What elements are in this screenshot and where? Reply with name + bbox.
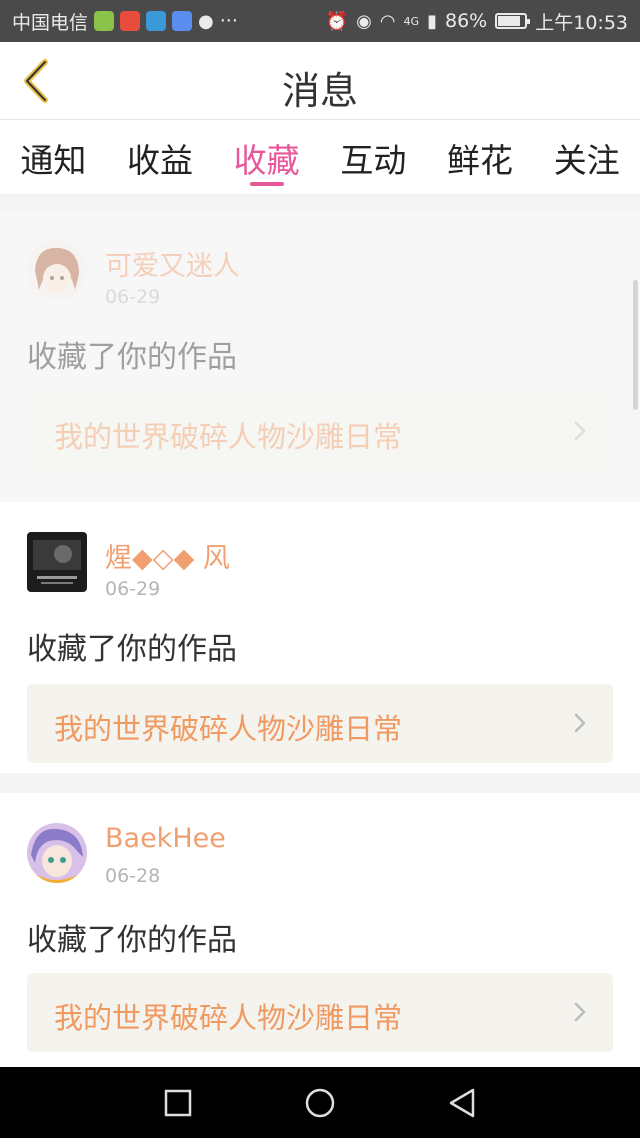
battery-fill [498,16,521,26]
chevron-right-icon [574,421,586,441]
app-notification-icon [94,11,115,31]
chevron-right-icon [574,1002,586,1022]
eye-icon: ◉ [356,10,372,32]
recents-button[interactable] [160,1085,196,1121]
app-header: 消息 [0,42,640,120]
music-app-icon [172,11,193,31]
tab-earnings[interactable]: 收益 [107,120,214,194]
avatar[interactable] [27,240,87,300]
tab-interactions[interactable]: 互动 [320,120,427,194]
circle-icon [305,1088,335,1118]
username[interactable]: BaekHee [105,823,226,854]
message-card[interactable]: BaekHee 06-28 收藏了你的作品 我的世界破碎人物沙雕日常 [0,793,640,1068]
date: 06-29 [105,286,161,308]
message-card[interactable]: 煋◆◇◆ 风 06-29 收藏了你的作品 我的世界破碎人物沙雕日常 [0,502,640,773]
work-title: 我的世界破碎人物沙雕日常 [54,712,403,746]
battery-percent: 86% [445,10,488,32]
battery-icon [495,13,531,29]
tab-bar: 通知 收益 收藏 互动 鲜花 关注 [0,120,640,194]
back-nav-button[interactable] [444,1085,480,1121]
video-app-icon [120,11,141,31]
username[interactable]: 可爱又迷人 [105,244,240,283]
square-icon [164,1089,192,1117]
wifi-icon: ◠ [379,10,396,32]
clock: 上午10:53 [535,11,628,34]
signal-icon: ▮ [427,10,437,32]
chevron-right-icon [574,713,586,733]
more-notifications: ··· [219,10,238,32]
work-title: 我的世界破碎人物沙雕日常 [54,1001,403,1035]
system-nav-bar [0,1067,640,1138]
action-text: 收藏了你的作品 [27,632,237,667]
telegram-icon [146,11,167,31]
message-card[interactable]: 可爱又迷人 06-29 收藏了你的作品 我的世界破碎人物沙雕日常 [0,210,640,503]
work-link[interactable]: 我的世界破碎人物沙雕日常 [27,684,613,763]
avatar[interactable] [27,532,87,592]
home-button[interactable] [302,1085,338,1121]
scrollbar[interactable] [633,280,638,410]
action-text: 收藏了你的作品 [27,923,237,958]
status-bar: 中国电信 ● ··· ⏰ ◉ ◠ 4G ▮ 86% 上午10:53 [0,0,640,42]
date: 06-29 [105,578,161,600]
network-type: 4G [403,14,420,28]
page-title: 消息 [281,69,358,113]
work-link[interactable]: 我的世界破碎人物沙雕日常 [27,392,613,471]
username[interactable]: 煋◆◇◆ 风 [105,536,230,575]
tab-flowers[interactable]: 鲜花 [427,120,534,194]
chat-bubble-icon: ● [198,10,214,32]
triangle-back-icon [449,1088,475,1118]
carrier-label: 中国电信 [12,11,89,34]
tab-following[interactable]: 关注 [533,120,640,194]
work-title: 我的世界破碎人物沙雕日常 [54,420,403,454]
work-link[interactable]: 我的世界破碎人物沙雕日常 [27,973,613,1052]
tab-notifications[interactable]: 通知 [0,120,107,194]
alarm-icon: ⏰ [325,10,349,32]
avatar[interactable] [27,823,87,883]
action-text: 收藏了你的作品 [27,340,237,375]
date: 06-28 [105,865,161,887]
tab-favorites[interactable]: 收藏 [213,120,320,194]
